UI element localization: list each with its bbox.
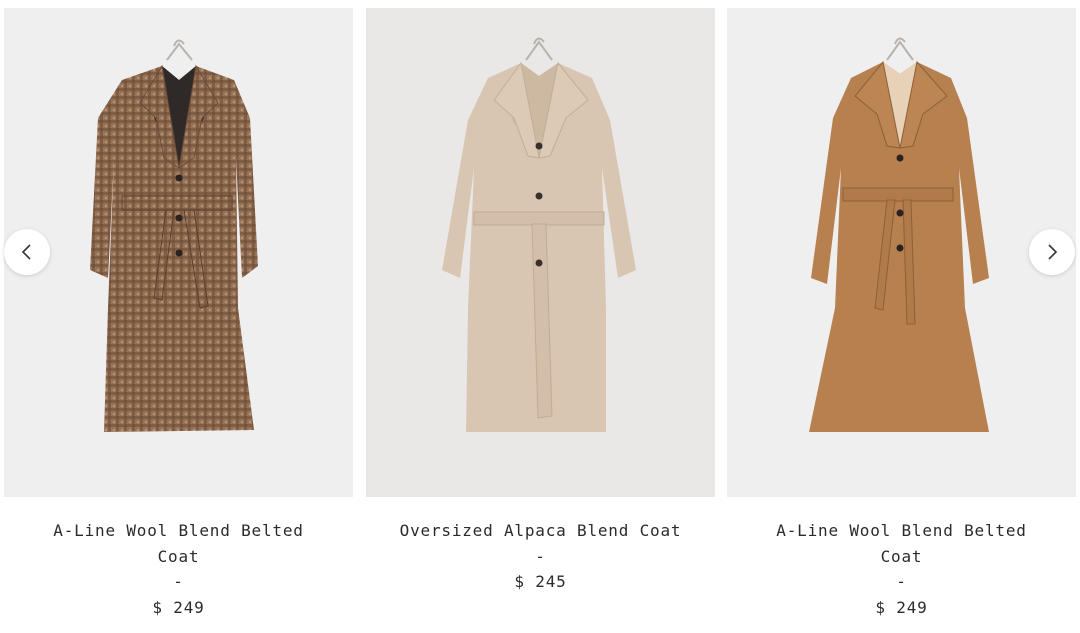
plaid-coat-image (4, 8, 353, 497)
camel-coat-image (727, 8, 1076, 497)
carousel-next-button[interactable] (1029, 229, 1075, 275)
product-price: $ 249 (875, 597, 928, 617)
product-title[interactable]: A-Line Wool Blend Belted Coat (34, 518, 324, 569)
product-price: $ 245 (514, 572, 567, 591)
carousel-prev-button[interactable] (4, 229, 50, 275)
product-card[interactable]: Oversized Alpaca Blend Coat - $ 245 (366, 8, 715, 595)
product-image[interactable] (4, 8, 353, 497)
product-image[interactable] (727, 8, 1076, 497)
product-price: $ 249 (152, 597, 205, 617)
product-title[interactable]: Oversized Alpaca Blend Coat (396, 518, 686, 544)
product-card[interactable]: A-Line Wool Blend Belted Coat - $ 249 (4, 8, 353, 620)
product-info: A-Line Wool Blend Belted Coat - $ 249 (727, 518, 1076, 620)
product-info: Oversized Alpaca Blend Coat - $ 245 (366, 518, 715, 595)
product-image[interactable] (366, 8, 715, 497)
chevron-left-icon (21, 244, 31, 260)
product-info: A-Line Wool Blend Belted Coat - $ 249 (4, 518, 353, 620)
chevron-right-icon (1048, 244, 1058, 260)
product-card[interactable]: A-Line Wool Blend Belted Coat - $ 249 (727, 8, 1076, 620)
product-title[interactable]: A-Line Wool Blend Belted Coat (757, 518, 1047, 569)
separator: - (896, 572, 907, 591)
separator: - (535, 546, 546, 566)
separator: - (173, 572, 184, 591)
beige-coat-image (366, 8, 715, 497)
